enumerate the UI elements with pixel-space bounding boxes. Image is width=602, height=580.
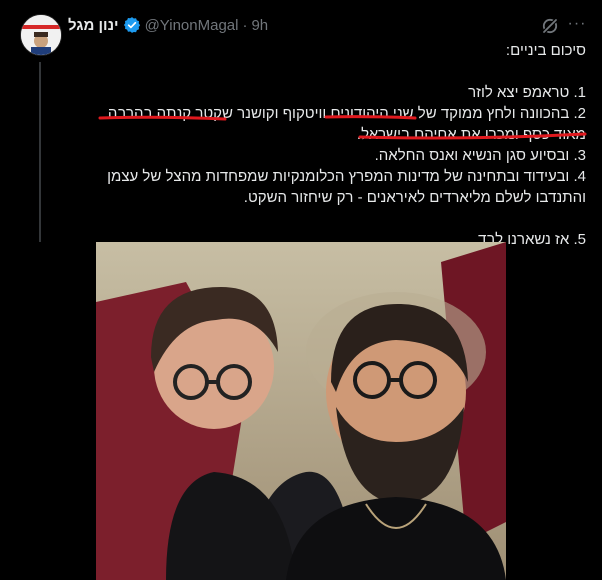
post-line: והתנדבו לשלם מליארדים לאיראנים - רק שיחז…: [243, 189, 586, 206]
more-icon[interactable]: ···: [565, 12, 589, 36]
post-line: 3. ובסיוע סגן הנשיא ואנס החלאה.: [374, 147, 586, 164]
author-handle[interactable]: @YinonMagal: [145, 17, 239, 34]
post-time[interactable]: 9h: [251, 17, 268, 34]
post-image[interactable]: [96, 242, 506, 580]
thread-connector-line: [39, 62, 41, 242]
post-line: 2. בהכוונה ולחץ ממוקד של שני היהודונים ו…: [107, 105, 586, 122]
post-line-empty: [86, 61, 586, 82]
grok-icon[interactable]: [540, 16, 560, 36]
post-line: סיכום ביניים:: [505, 42, 586, 59]
post-header: ינון מגל @YinonMagal · 9h: [68, 14, 268, 36]
post-line: 1. טראמפ יצא לוזר: [468, 84, 586, 101]
avatar[interactable]: [20, 14, 62, 56]
post-text: סיכום ביניים: 1. טראמפ יצא לוזר 2. בהכוו…: [86, 40, 586, 250]
verified-badge-icon: [123, 16, 141, 34]
meta-separator: ·: [242, 16, 248, 34]
post-line-empty: [86, 208, 586, 229]
post-line: מאוד כסף ומכרו את אחיהם בישראל.: [356, 126, 586, 143]
author-name[interactable]: ינון מגל: [68, 17, 119, 34]
post-line: 4. ובעידוד ובתחינה של מדינות המפרץ הכלומ…: [107, 168, 586, 185]
